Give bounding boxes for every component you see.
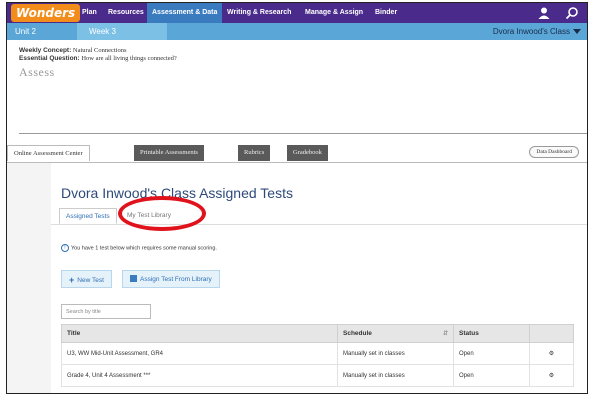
sort-icon[interactable]: ⇵ (443, 330, 448, 337)
subtab-assigned-tests[interactable]: Assigned Tests (59, 208, 117, 224)
schedule-cell: Manually set in classes (337, 342, 454, 365)
column-header-schedule[interactable]: Schedule ⇵ (337, 324, 454, 343)
class-name: Dvora Inwood's Class (492, 27, 570, 36)
test-title-link[interactable]: Grade 4, Unit 4 Assessment *** (61, 364, 338, 387)
tab-gradebook[interactable]: Gradebook (287, 145, 328, 161)
table-header-row: Title Schedule ⇵ Status (61, 324, 574, 343)
status-cell: Open (453, 342, 530, 365)
search-icon[interactable] (565, 6, 579, 20)
assigned-tests-table: Title Schedule ⇵ Status U3, WW Mid-Unit A… (61, 324, 574, 387)
tab-printable-assessments[interactable]: Printable Assessments (134, 145, 204, 161)
column-header-title[interactable]: Title (61, 324, 338, 343)
app-window: Wonders Plan Resources Assessment & Data… (6, 2, 588, 394)
tab-online-assessment-center[interactable]: Online Assessment Center (7, 145, 90, 161)
weekly-concept-value: Natural Connections (72, 47, 127, 54)
unit-selector[interactable]: Unit 2 (15, 23, 36, 40)
plus-icon: + (69, 275, 75, 285)
search-input[interactable] (61, 304, 151, 319)
gear-icon[interactable]: ⚙ (529, 364, 574, 387)
user-icon[interactable] (537, 6, 551, 20)
weekly-concept-label: Weekly Concept: (19, 47, 72, 54)
assessment-tabs: Online Assessment Center Printable Asses… (7, 143, 587, 163)
assign-from-library-label: Assign Test From Library (140, 276, 212, 283)
table-row: Grade 4, Unit 4 Assessment *** Manually … (61, 364, 574, 387)
manual-scoring-notice: ! You have 1 test below which requires so… (61, 244, 217, 252)
content-panel: Dvora Inwood's Class Assigned Tests Assi… (7, 163, 587, 393)
tab-rubrics[interactable]: Rubrics (238, 145, 271, 161)
essential-question-label: Essential Question: (19, 55, 80, 62)
section-title: Assess (19, 65, 55, 79)
test-title-link[interactable]: U3, WW Mid-Unit Assessment, GR4 (61, 342, 338, 365)
new-test-button[interactable]: + New Test (61, 270, 112, 288)
table-row: U3, WW Mid-Unit Assessment, GR4 Manually… (61, 342, 574, 365)
nav-plan[interactable]: Plan (77, 3, 102, 23)
info-icon: ! (61, 244, 69, 252)
column-header-actions (529, 324, 574, 343)
status-cell: Open (453, 364, 530, 387)
assign-from-library-button[interactable]: Assign Test From Library (122, 270, 220, 288)
column-header-status[interactable]: Status (453, 324, 530, 343)
top-navigation: Wonders Plan Resources Assessment & Data… (7, 3, 587, 23)
class-selector[interactable]: Dvora Inwood's Class (493, 23, 581, 40)
schedule-header-label: Schedule (343, 330, 372, 337)
week-label: Week 3 (89, 27, 116, 36)
unit-bar: Unit 2 Week 3 Dvora Inwood's Class (7, 23, 587, 40)
nav-writing-research[interactable]: Writing & Research (222, 3, 296, 23)
essential-question-value: How are all living things connected? (81, 55, 177, 62)
wonders-logo[interactable]: Wonders (11, 4, 81, 22)
data-dashboard-button[interactable]: Data Dashboard (529, 146, 579, 158)
weekly-concept: Weekly Concept: Natural Connections Esse… (19, 47, 177, 63)
nav-resources[interactable]: Resources (103, 3, 149, 23)
gear-icon[interactable]: ⚙ (529, 342, 574, 365)
cube-icon (130, 275, 137, 282)
new-test-label: New Test (77, 277, 104, 284)
caret-down-icon (573, 29, 581, 35)
schedule-cell: Manually set in classes (337, 364, 454, 387)
highlight-circle-annotation (118, 196, 206, 231)
assigned-tests-panel: Dvora Inwood's Class Assigned Tests Assi… (51, 163, 587, 393)
divider (19, 133, 587, 134)
nav-assessment-data[interactable]: Assessment & Data (147, 3, 223, 23)
nav-binder[interactable]: Binder (370, 3, 402, 23)
week-selector[interactable]: Week 3 (77, 23, 167, 40)
nav-manage-assign[interactable]: Manage & Assign (300, 3, 368, 23)
notice-text: You have 1 test below which requires som… (71, 245, 217, 252)
